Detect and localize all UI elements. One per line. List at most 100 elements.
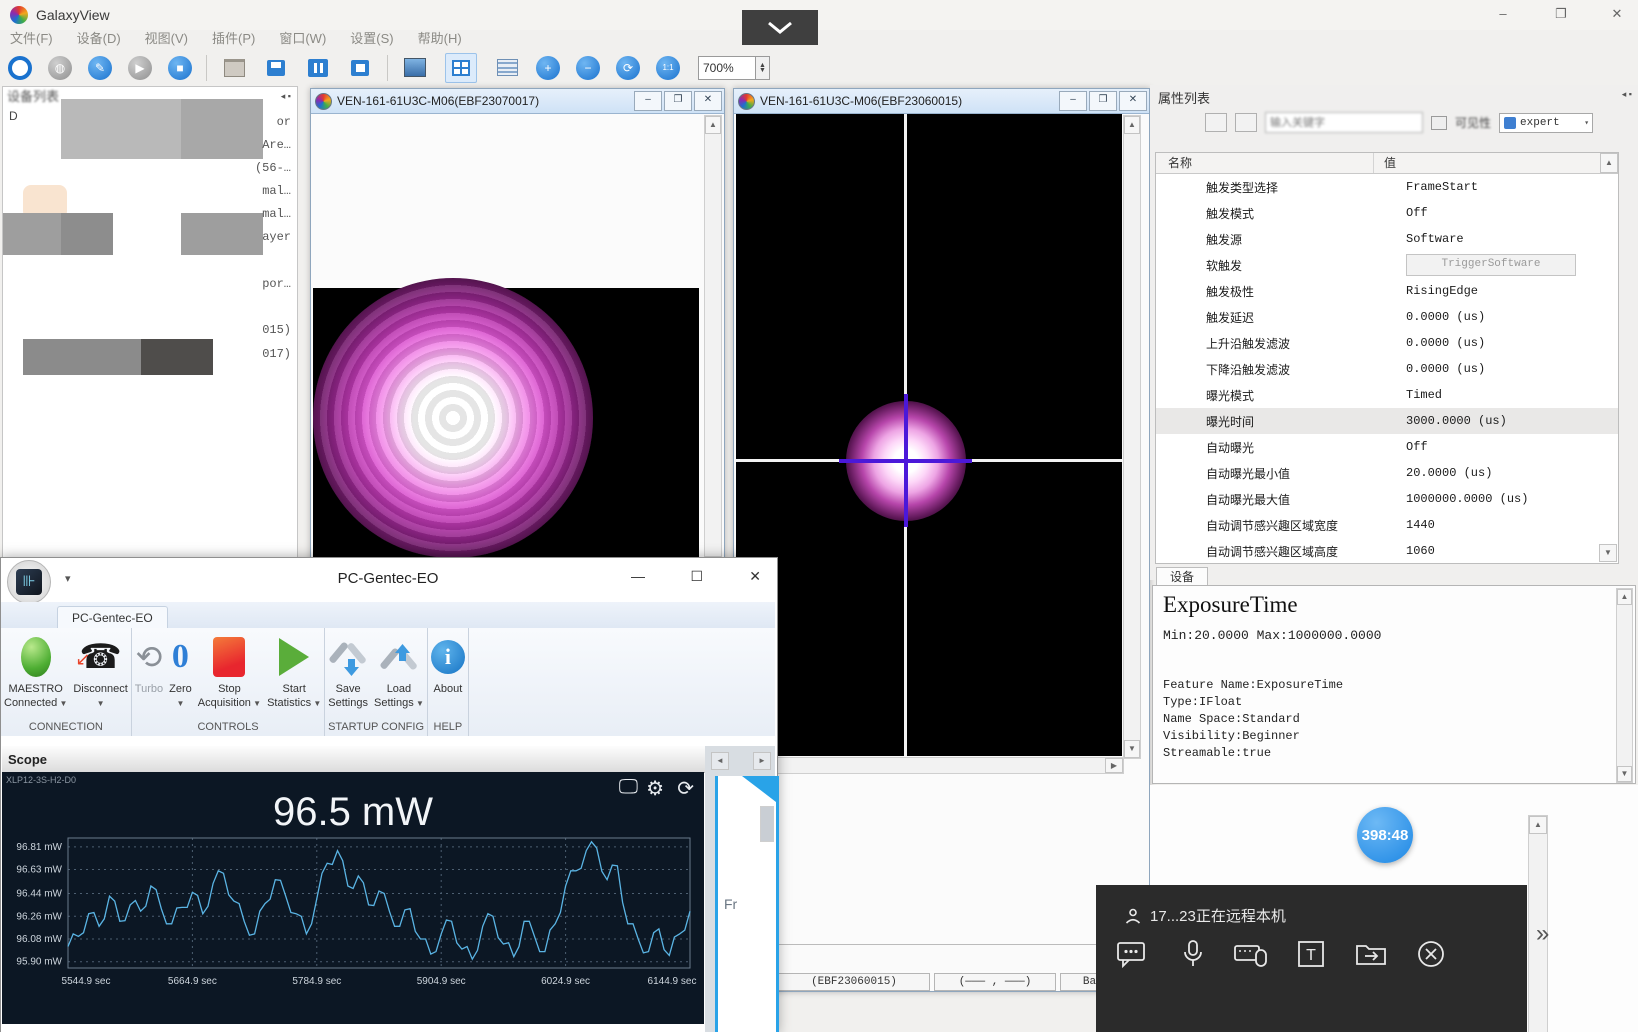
zoom-out-icon[interactable]: − [576,56,600,80]
property-value[interactable]: 0.0000 (us) [1406,362,1485,376]
property-row[interactable]: 自动调节感兴趣区域高度1060 [1156,538,1618,564]
panel-prev-icon[interactable]: ◄ [711,752,729,770]
scope-header[interactable]: Scope [2,746,710,773]
microphone-icon[interactable] [1176,937,1210,971]
zoom-level-input[interactable]: 700% [698,56,756,80]
property-row[interactable]: 软触发TriggerSoftware [1156,252,1618,278]
connect-device-icon[interactable] [8,56,32,80]
start-statistics-button[interactable]: StartStatistics ▼ [267,632,321,711]
property-value[interactable]: Off [1406,206,1428,220]
property-value[interactable]: FrameStart [1406,180,1478,194]
edit-config-icon[interactable]: ✎ [88,56,112,80]
text-tool-icon[interactable]: T [1294,937,1328,971]
expand-all-button[interactable] [1205,113,1227,132]
property-row[interactable]: 下降沿触发滤波0.0000 (us) [1156,356,1618,382]
remote-collapse-tab[interactable] [742,10,818,45]
zoom-in-icon[interactable]: + [536,56,560,80]
camera1-image[interactable] [313,288,699,558]
scroll-up-icon[interactable]: ▲ [1124,116,1140,134]
property-grid-icon[interactable] [495,57,519,79]
open-file-icon[interactable] [222,57,246,79]
start-acquisition-icon[interactable]: ▶ [128,56,152,80]
zoom-spinner[interactable]: ▲▼ [756,56,770,80]
load-settings-button[interactable]: LoadSettings ▼ [374,632,424,711]
remote-timer-bubble[interactable]: 398:48 [1357,807,1413,863]
snapshot-icon[interactable] [403,57,427,79]
remote-more-chevron[interactable]: » [1536,920,1549,948]
close-button[interactable]: ✕ [1602,5,1632,25]
menu-item[interactable]: 设备(D) [77,28,121,50]
menu-item[interactable]: 插件(P) [212,28,255,50]
collapse-all-button[interactable] [1235,113,1257,132]
keyboard-mouse-icon[interactable] [1234,937,1268,971]
property-row[interactable]: 自动曝光最大值1000000.0000 (us) [1156,486,1618,512]
camera1-maximize-button[interactable]: ❐ [664,91,692,111]
minimize-button[interactable]: – [1488,5,1518,25]
camera1-titlebar[interactable]: VEN-161-61U3C-M06(EBF23070017) – ❐ ✕ [311,89,724,114]
about-button[interactable]: iAbout [431,632,465,696]
camera2-hscrollbar[interactable]: ▶ [736,757,1124,774]
property-value[interactable]: 1000000.0000 (us) [1406,492,1528,506]
visibility-dropdown[interactable]: expert ▾ [1499,113,1593,133]
camera2-titlebar[interactable]: VEN-161-61U3C-M06(EBF23060015) – ❐ ✕ [734,89,1149,114]
camera2-close-button[interactable]: ✕ [1119,91,1147,111]
property-value[interactable]: RisingEdge [1406,284,1478,298]
gentec-minimize-button[interactable]: — [631,568,645,584]
column-value[interactable]: 值 [1374,153,1600,173]
scroll-down-icon[interactable]: ▼ [1124,740,1140,758]
stop-acquisition-icon[interactable]: ■ [168,56,192,80]
filter-option-icon[interactable] [1431,116,1447,130]
scroll-up-icon[interactable]: ▲ [1529,816,1547,834]
property-value[interactable]: 3000.0000 (us) [1406,414,1507,428]
single-window-icon[interactable] [348,57,372,79]
info-scrollbar[interactable]: ▲ ▼ [1616,588,1633,783]
scroll-down-icon[interactable]: ▼ [1617,766,1632,782]
stop-acquisition-button[interactable]: StopAcquisition ▼ [198,632,261,711]
property-value[interactable]: 1060 [1406,544,1435,558]
column-name[interactable]: 名称 [1156,153,1374,173]
property-row[interactable]: 触发源Software [1156,226,1618,252]
camera1-close-button[interactable]: ✕ [694,91,722,111]
property-value[interactable]: 0.0000 (us) [1406,336,1485,350]
property-row[interactable]: 曝光时间3000.0000 (us) [1156,408,1618,434]
scroll-up-icon[interactable]: ▲ [1600,153,1618,173]
zoom-reset-icon[interactable]: ⟳ [616,56,640,80]
close-session-icon[interactable] [1414,937,1448,971]
property-row[interactable]: 触发延迟0.0000 (us) [1156,304,1618,330]
property-row[interactable]: 曝光模式Timed [1156,382,1618,408]
menu-item[interactable]: 文件(F) [10,28,53,50]
panel-next-icon[interactable]: ► [753,752,771,770]
menu-item[interactable]: 设置(S) [350,28,393,50]
scroll-up-icon[interactable]: ▲ [1617,589,1632,605]
property-value[interactable]: Software [1406,232,1464,246]
camera2-image[interactable] [736,114,1122,756]
property-row[interactable]: 自动调节感兴趣区域宽度1440 [1156,512,1618,538]
menu-item[interactable]: 视图(V) [145,28,188,50]
camera1-minimize-button[interactable]: – [634,91,662,111]
zero-button[interactable]: 0Zero ▼ [169,632,192,711]
camera2-maximize-button[interactable]: ❐ [1089,91,1117,111]
gentec-ribbon-tab[interactable]: PC-Gentec-EO [57,606,168,629]
zoom-ratio-icon[interactable]: 1:1 [656,56,680,80]
gentec-maximize-button[interactable]: ☐ [690,568,703,584]
pause-icon[interactable] [306,57,330,79]
trigger-software-button[interactable]: TriggerSoftware [1406,254,1576,276]
property-filter-input[interactable] [1265,112,1423,133]
save-settings-button[interactable]: SaveSettings [328,632,368,710]
property-row[interactable]: 自动曝光最小值20.0000 (us) [1156,460,1618,486]
tile-windows-icon[interactable] [445,53,477,83]
chat-icon[interactable] [1114,937,1148,971]
property-value[interactable]: Timed [1406,388,1442,402]
scroll-up-icon[interactable]: ▲ [705,116,721,134]
tab-device[interactable]: 设备 [1156,567,1208,587]
property-row[interactable]: 上升沿触发滤波0.0000 (us) [1156,330,1618,356]
camera2-minimize-button[interactable]: – [1059,91,1087,111]
maximize-button[interactable]: ❐ [1546,5,1576,25]
maestro-connected-button[interactable]: MAESTROConnected ▼ [4,632,67,711]
property-row[interactable]: 触发模式Off [1156,200,1618,226]
file-transfer-icon[interactable] [1354,937,1388,971]
panel-pin-icon[interactable]: ◂ ▪ [281,91,291,102]
property-value[interactable]: Off [1406,440,1428,454]
property-row[interactable]: 触发极性RisingEdge [1156,278,1618,304]
property-row[interactable]: 自动曝光Off [1156,434,1618,460]
